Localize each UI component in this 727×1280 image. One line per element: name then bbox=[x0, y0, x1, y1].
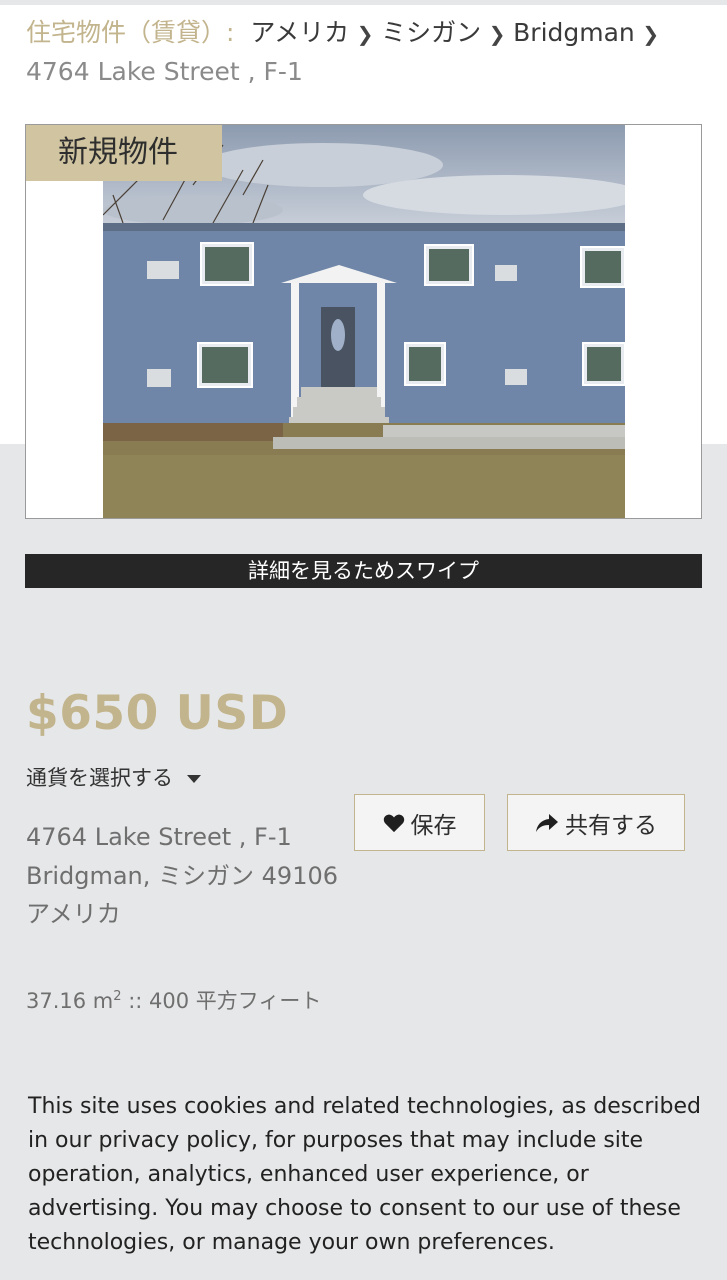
share-button-label: 共有する bbox=[565, 812, 657, 839]
share-button[interactable]: 共有する bbox=[507, 794, 685, 851]
top-divider bbox=[0, 0, 727, 5]
listing-address: 4764 Lake Street , F-1 Bridgman, ミシガン 49… bbox=[26, 818, 338, 934]
breadcrumb-address: 4764 Lake Street , F-1 bbox=[26, 57, 303, 86]
area-metric: 37.16 m bbox=[26, 989, 114, 1013]
save-button-label: 保存 bbox=[410, 812, 457, 839]
chevron-right-icon: ❯ bbox=[356, 22, 374, 46]
save-button[interactable]: 保存 bbox=[354, 794, 485, 851]
listing-area: 37.16 m2 :: 400 平方フィート bbox=[26, 985, 321, 1015]
chevron-right-icon: ❯ bbox=[642, 22, 660, 46]
listing-photo[interactable] bbox=[103, 125, 625, 518]
area-imperial: :: 400 平方フィート bbox=[121, 989, 322, 1013]
share-arrow-icon bbox=[536, 813, 558, 832]
currency-selector[interactable]: 通貨を選択する bbox=[26, 762, 201, 792]
breadcrumb-state[interactable]: ミシガン bbox=[381, 18, 481, 47]
currency-selector-label: 通貨を選択する bbox=[26, 766, 173, 790]
listing-photo-carousel[interactable]: 新規物件 bbox=[25, 124, 702, 519]
cookie-notice: This site uses cookies and related techn… bbox=[28, 1090, 708, 1260]
address-line-3: アメリカ bbox=[26, 900, 121, 928]
breadcrumb-colon: : bbox=[226, 18, 235, 47]
heart-icon bbox=[383, 814, 404, 832]
breadcrumb: 住宅物件（賃貸）: アメリカ ❯ ミシガン ❯ Bridgman ❯ 4764 Lake … bbox=[26, 14, 706, 91]
address-line-2: Bridgman, ミシガン 49106 bbox=[26, 861, 338, 890]
listing-price: $650 USD bbox=[26, 686, 289, 741]
address-line-1: 4764 Lake Street , F-1 bbox=[26, 823, 292, 851]
area-metric-exponent: 2 bbox=[113, 989, 122, 1004]
cookie-notice-text: This site uses cookies and related techn… bbox=[28, 1094, 701, 1255]
building-photo bbox=[103, 125, 625, 518]
chevron-right-icon: ❯ bbox=[488, 22, 506, 46]
swipe-hint-bar: 詳細を見るためスワイプ bbox=[25, 554, 702, 588]
breadcrumb-category[interactable]: 住宅物件（賃貸） bbox=[26, 18, 226, 47]
new-listing-badge: 新規物件 bbox=[26, 125, 222, 181]
caret-down-icon bbox=[187, 775, 201, 783]
breadcrumb-city[interactable]: Bridgman bbox=[513, 18, 635, 47]
breadcrumb-country[interactable]: アメリカ bbox=[250, 18, 349, 47]
